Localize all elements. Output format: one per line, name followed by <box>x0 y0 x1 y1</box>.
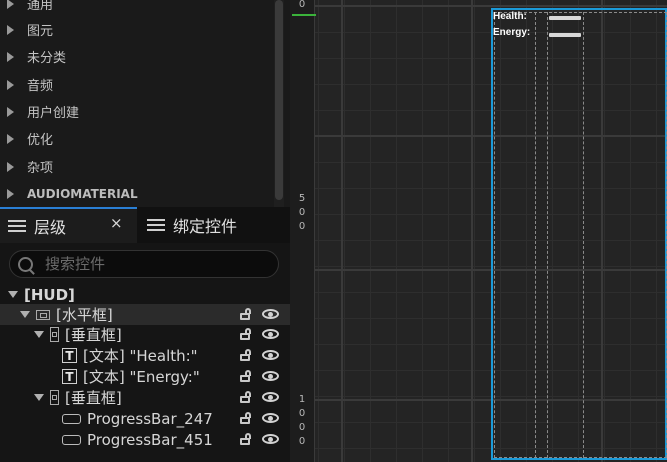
palette-scrollbar-thumb[interactable] <box>275 0 283 200</box>
expand-arrow-icon <box>7 51 14 62</box>
category-label: 通用 <box>27 0 54 13</box>
tree-node-progressbar-451[interactable]: ProgressBar_451 <box>0 429 290 450</box>
palette-category-general[interactable]: 通用 <box>0 0 272 17</box>
grid-major-line <box>341 0 343 462</box>
horizontal-box-outline[interactable] <box>494 12 667 458</box>
grid-major-line <box>290 5 667 7</box>
expand-arrow-icon <box>7 24 14 35</box>
visibility-eye-icon[interactable] <box>262 434 279 444</box>
ruler-mark: 0 <box>298 408 306 419</box>
category-label: 用户创建 <box>27 106 80 121</box>
close-tab-button[interactable]: × <box>110 214 123 232</box>
visibility-eye-icon[interactable] <box>262 350 279 360</box>
tree-node-label: [文本] "Energy:" <box>83 368 200 386</box>
expand-arrow-icon <box>7 0 14 9</box>
tree-node-vertical-box[interactable]: [垂直框] <box>0 324 290 345</box>
tree-node-horizontal-box[interactable]: [水平框] <box>0 304 290 325</box>
expand-arrow-icon <box>7 106 14 117</box>
tree-node-vertical-box-2[interactable]: [垂直框] <box>0 387 290 408</box>
progress-bar-247[interactable] <box>549 16 581 20</box>
collapse-arrow-icon[interactable] <box>34 331 44 338</box>
ruler-mark: 1 <box>298 394 306 405</box>
category-label: 未分类 <box>27 51 67 66</box>
tree-node-text-health[interactable]: T [文本] "Health:" <box>0 345 290 366</box>
category-label: AUDIOMATERIAL <box>27 186 138 201</box>
ruler-mark: 0 <box>298 0 306 10</box>
palette-category-audiomaterial[interactable]: AUDIOMATERIAL <box>0 180 272 207</box>
unlock-icon[interactable] <box>240 328 251 340</box>
unlock-icon[interactable] <box>240 412 251 424</box>
panel-tab-bar: 层级 绑定控件 <box>0 207 290 243</box>
progress-bar-icon <box>62 434 81 445</box>
palette-category-uncategorized[interactable]: 未分类 <box>0 43 272 70</box>
vertical-box-outline <box>547 12 548 458</box>
visibility-eye-icon[interactable] <box>262 392 279 402</box>
expand-arrow-icon <box>7 133 14 144</box>
visibility-eye-icon[interactable] <box>262 371 279 381</box>
visibility-eye-icon[interactable] <box>262 413 279 423</box>
text-block-icon: T <box>62 348 77 363</box>
tab-hierarchy-label: 层级 <box>34 218 67 237</box>
category-label: 杂项 <box>27 161 54 176</box>
unlock-icon[interactable] <box>240 370 251 382</box>
widget-search-box[interactable] <box>9 250 279 278</box>
vertical-box-outline <box>583 12 584 458</box>
category-label: 优化 <box>27 133 54 148</box>
unlock-icon[interactable] <box>240 433 251 445</box>
ruler-mark: 0 <box>298 422 306 433</box>
ruler-mark: 0 <box>298 221 306 232</box>
tree-node-root[interactable]: [HUD] <box>0 284 290 305</box>
ruler-mark: 5 <box>298 193 306 204</box>
vertical-box-icon <box>50 390 59 405</box>
visibility-eye-icon[interactable] <box>262 309 279 319</box>
search-input[interactable] <box>43 254 267 274</box>
expand-arrow-icon <box>7 188 14 199</box>
palette-category-primitive[interactable]: 图元 <box>0 16 272 43</box>
unlock-icon[interactable] <box>240 391 251 403</box>
palette-category-audio[interactable]: 音频 <box>0 71 272 98</box>
tree-node-text-energy[interactable]: T [文本] "Energy:" <box>0 366 290 387</box>
tree-node-label: [垂直框] <box>65 389 122 407</box>
tree-node-label: [垂直框] <box>65 326 122 344</box>
hierarchy-list-icon <box>8 220 26 232</box>
expand-arrow-icon <box>7 79 14 90</box>
progress-bar-icon <box>62 413 81 424</box>
energy-text[interactable]: Energy: <box>493 27 530 38</box>
category-label: 图元 <box>27 24 54 39</box>
visibility-eye-icon[interactable] <box>262 329 279 339</box>
palette-panel: 通用 图元 未分类 音频 用户创建 优化 杂项 AUDIOMATERIAL <box>0 0 290 207</box>
vertical-box-icon <box>50 327 59 342</box>
horizontal-box-icon <box>36 309 50 320</box>
ruler-mark: 0 <box>298 436 306 447</box>
collapse-arrow-icon[interactable] <box>8 291 18 298</box>
grid-major-line <box>471 0 473 462</box>
search-icon <box>18 256 33 272</box>
progress-bar-451[interactable] <box>549 33 581 37</box>
unlock-icon[interactable] <box>240 308 251 320</box>
health-text[interactable]: Health: <box>493 11 527 22</box>
tree-node-label: ProgressBar_451 <box>87 430 213 449</box>
origin-marker <box>292 14 316 16</box>
tree-node-progressbar-247[interactable]: ProgressBar_247 <box>0 408 290 429</box>
category-label: 音频 <box>27 79 54 94</box>
palette-category-optimization[interactable]: 优化 <box>0 125 272 152</box>
collapse-arrow-icon[interactable] <box>20 311 30 318</box>
tree-node-label: ProgressBar_247 <box>87 409 213 428</box>
ruler-mark: 0 <box>298 207 306 218</box>
vertical-box-outline <box>535 12 536 458</box>
tab-bind-widgets-label: 绑定控件 <box>173 217 238 236</box>
tree-node-label: [HUD] <box>24 285 75 304</box>
tab-bind-widgets[interactable]: 绑定控件 <box>139 207 289 243</box>
tree-node-label: [水平框] <box>56 306 113 324</box>
bind-widgets-list-icon <box>147 219 165 231</box>
palette-category-misc[interactable]: 杂项 <box>0 153 272 180</box>
text-block-icon: T <box>62 369 77 384</box>
expand-arrow-icon <box>7 161 14 172</box>
tree-node-label: [文本] "Health:" <box>83 347 198 365</box>
unlock-icon[interactable] <box>240 349 251 361</box>
collapse-arrow-icon[interactable] <box>34 394 44 401</box>
palette-category-user-created[interactable]: 用户创建 <box>0 98 272 125</box>
